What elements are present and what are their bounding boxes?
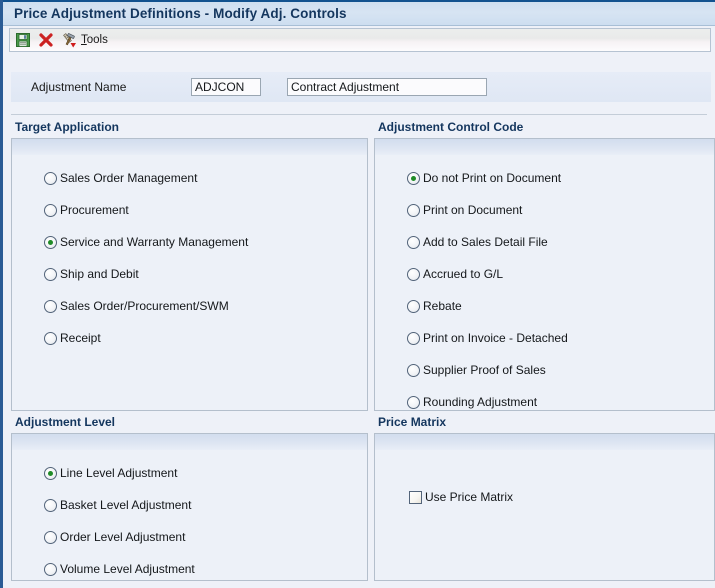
radio-option-basket-level-adjustment[interactable]: Basket Level Adjustment [44,494,367,516]
radio-icon[interactable] [407,363,420,377]
panel-title-adjustment-level: Adjustment Level [15,415,116,429]
panel-strip [12,433,367,450]
panel-body-adjustment-control-code: Do not Print on Document Print on Docume… [374,138,715,411]
radio-icon[interactable] [44,267,57,281]
radio-icon[interactable] [407,203,420,217]
cancel-button[interactable] [38,30,54,50]
tools-icon [61,32,77,48]
radio-label: Receipt [60,331,101,345]
radio-option-rebate[interactable]: Rebate [407,295,714,317]
radio-icon[interactable] [44,299,57,313]
radio-icon[interactable] [44,530,57,544]
radio-icon-selected[interactable] [44,235,57,249]
radio-group-adjustment-control-code: Do not Print on Document Print on Docume… [375,155,714,410]
panel-strip [12,138,367,155]
toolbar-container: Tools [3,26,715,54]
application-window: Price Adjustment Definitions - Modify Ad… [0,0,715,588]
panel-title-price-matrix: Price Matrix [378,415,447,429]
radio-icon[interactable] [44,171,57,185]
toolbar: Tools [9,28,711,52]
radio-option-do-not-print-on-document[interactable]: Do not Print on Document [407,167,714,189]
checkbox-group-price-matrix: Use Price Matrix [375,450,714,508]
radio-option-ship-and-debit[interactable]: Ship and Debit [44,263,367,285]
adjustment-name-label: Adjustment Name [31,80,127,94]
form-divider [11,114,707,115]
radio-label: Service and Warranty Management [60,235,249,249]
tools-menu-button[interactable]: Tools [61,30,108,50]
radio-icon[interactable] [44,562,57,576]
window-title: Price Adjustment Definitions - Modify Ad… [14,6,347,21]
radio-option-rounding-adjustment[interactable]: Rounding Adjustment [407,391,714,410]
radio-option-print-on-invoice-detached[interactable]: Print on Invoice - Detached [407,327,714,349]
panel-strip [375,138,714,155]
radio-option-volume-level-adjustment[interactable]: Volume Level Adjustment [44,558,367,580]
panel-body-target-application: Sales Order Management Procurement Servi… [11,138,368,411]
checkbox-icon[interactable] [409,490,422,504]
radio-option-line-level-adjustment[interactable]: Line Level Adjustment [44,462,367,484]
radio-icon[interactable] [407,267,420,281]
panel-title-target-application: Target Application [15,120,120,134]
radio-group-adjustment-level: Line Level Adjustment Basket Level Adjus… [12,450,367,580]
radio-group-target-application: Sales Order Management Procurement Servi… [12,155,367,349]
radio-icon-selected[interactable] [44,466,57,480]
panel-strip [375,433,714,450]
radio-label: Rebate [423,299,462,313]
adjustment-name-row: Adjustment Name [11,72,711,102]
panel-adjustment-control-code: Adjustment Control Code Do not Print on … [368,119,715,414]
radio-label: Do not Print on Document [423,171,562,185]
radio-icon[interactable] [44,498,57,512]
radio-option-supplier-proof-of-sales[interactable]: Supplier Proof of Sales [407,359,714,381]
save-button[interactable] [15,30,31,50]
radio-option-print-on-document[interactable]: Print on Document [407,199,714,221]
radio-icon[interactable] [407,395,420,409]
radio-label: Line Level Adjustment [60,466,178,480]
adjustment-description-input[interactable] [287,78,487,96]
radio-option-procurement[interactable]: Procurement [44,199,367,221]
form-area: Adjustment Name [3,54,715,115]
radio-option-receipt[interactable]: Receipt [44,327,367,349]
radio-option-sales-order-procurement-swm[interactable]: Sales Order/Procurement/SWM [44,295,367,317]
radio-icon[interactable] [407,331,420,345]
radio-label: Sales Order Management [60,171,198,185]
radio-label: Print on Invoice - Detached [423,331,568,345]
radio-option-service-and-warranty-management[interactable]: Service and Warranty Management [44,231,367,253]
radio-label: Supplier Proof of Sales [423,363,546,377]
radio-label: Print on Document [423,203,523,217]
radio-label: Add to Sales Detail File [423,235,548,249]
checkbox-option-use-price-matrix[interactable]: Use Price Matrix [409,486,714,508]
radio-option-accrued-to-gl[interactable]: Accrued to G/L [407,263,714,285]
panel-adjustment-level: Adjustment Level Line Level Adjustment B… [3,414,368,584]
radio-option-add-to-sales-detail-file[interactable]: Add to Sales Detail File [407,231,714,253]
panel-title-adjustment-control-code: Adjustment Control Code [378,120,524,134]
radio-icon-selected[interactable] [407,171,420,185]
radio-label: Ship and Debit [60,267,139,281]
radio-option-order-level-adjustment[interactable]: Order Level Adjustment [44,526,367,548]
radio-label: Rounding Adjustment [423,395,538,409]
radio-label: Procurement [60,203,129,217]
radio-icon[interactable] [407,235,420,249]
panel-grid: Target Application Sales Order Managemen… [3,119,715,584]
radio-label: Volume Level Adjustment [60,562,195,576]
tools-label: Tools [81,34,108,46]
radio-label: Accrued to G/L [423,267,504,281]
panel-target-application: Target Application Sales Order Managemen… [3,119,368,414]
adjustment-code-input[interactable] [191,78,261,96]
radio-option-sales-order-management[interactable]: Sales Order Management [44,167,367,189]
radio-icon[interactable] [407,299,420,313]
radio-label: Basket Level Adjustment [60,498,192,512]
save-icon [15,32,31,48]
radio-icon[interactable] [44,331,57,345]
close-icon [38,32,54,48]
radio-icon[interactable] [44,203,57,217]
radio-label: Order Level Adjustment [60,530,186,544]
panel-body-adjustment-level: Line Level Adjustment Basket Level Adjus… [11,433,368,581]
radio-label: Sales Order/Procurement/SWM [60,299,229,313]
panel-price-matrix: Price Matrix Use Price Matrix [368,414,715,584]
checkbox-label: Use Price Matrix [425,490,514,504]
window-title-bar: Price Adjustment Definitions - Modify Ad… [3,0,715,26]
panel-body-price-matrix: Use Price Matrix [374,433,715,581]
